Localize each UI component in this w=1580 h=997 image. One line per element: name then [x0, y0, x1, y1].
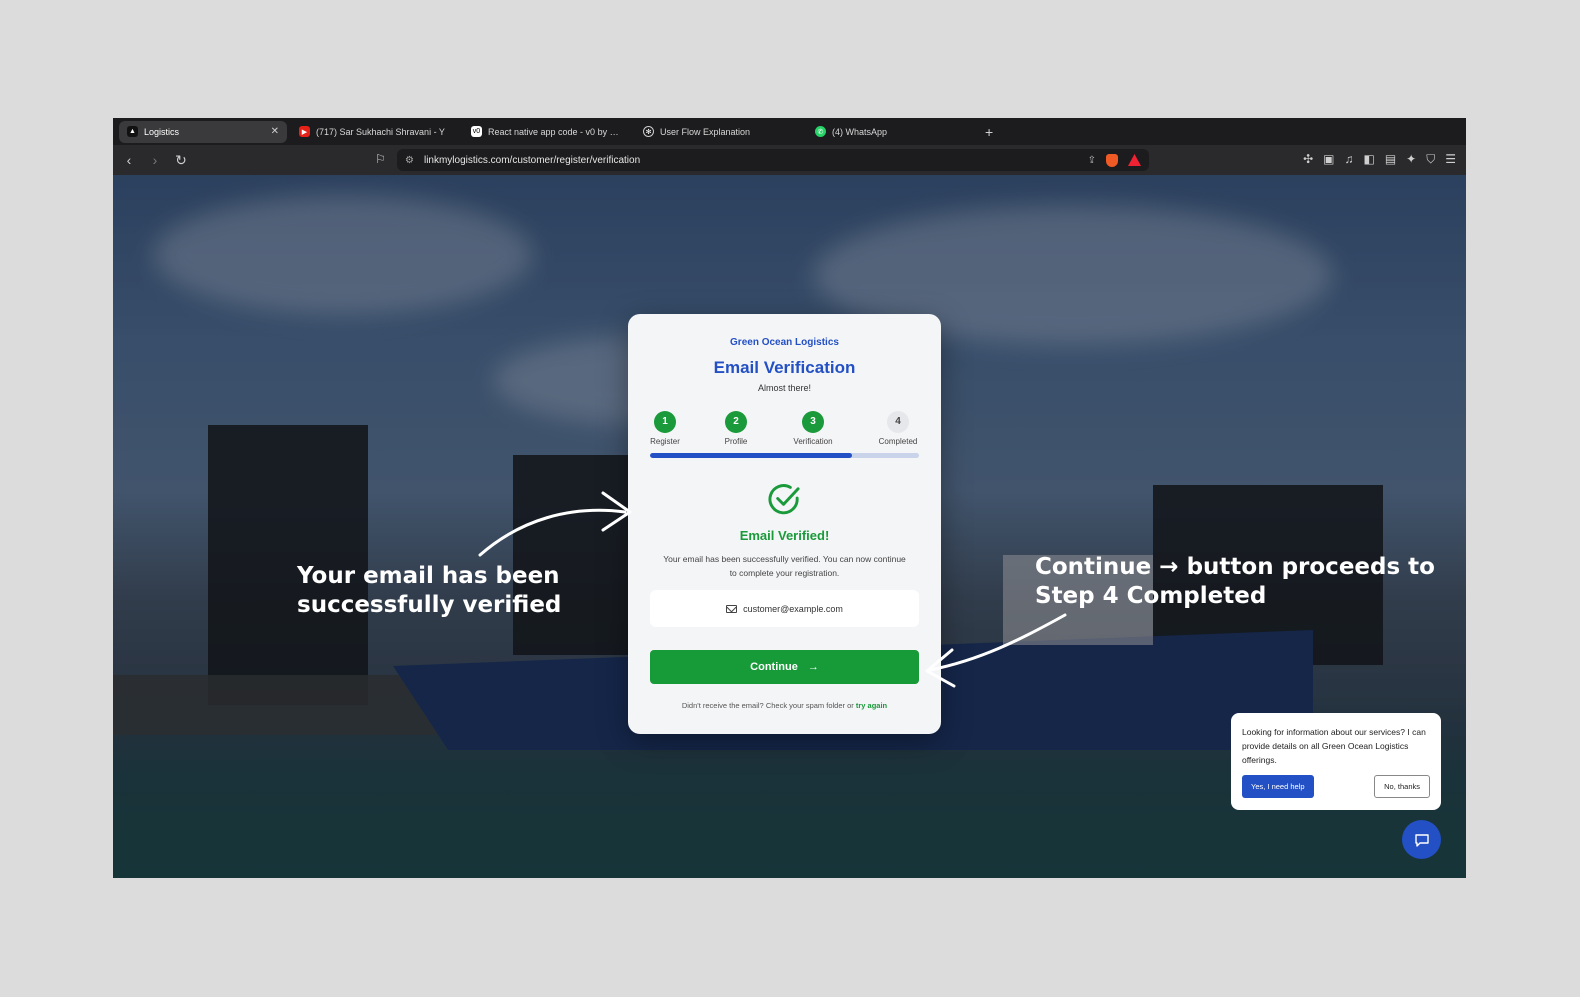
annotation-left: Your email has been successfully verifie…	[297, 562, 561, 620]
brand-name: Green Ocean Logistics	[730, 337, 839, 348]
whatsapp-icon: ✆	[815, 126, 826, 137]
browser-window: ▲ Logistics ✕ ▶ (717) Sar Sukhachi Shrav…	[113, 118, 1466, 878]
chat-popup: Looking for information about our servic…	[1231, 713, 1441, 810]
resend-hint: Didn't receive the email? Check your spa…	[628, 701, 941, 710]
step-verification: 3 Verification	[783, 411, 843, 446]
annotation-right-line1: Continue → button proceeds to	[1035, 554, 1435, 580]
step-number: 4	[887, 411, 909, 433]
verified-message: Your email has been successfully verifie…	[663, 554, 906, 578]
annotation-right: Continue → button proceeds to Step 4 Com…	[1035, 553, 1435, 611]
resend-text: Didn't receive the email? Check your spa…	[681, 701, 854, 710]
page-title: Email Verification	[713, 358, 856, 377]
close-tab-icon[interactable]: ✕	[271, 126, 279, 137]
continue-label: Continue	[750, 661, 798, 673]
arrow-right-icon: →	[807, 661, 819, 673]
url-text[interactable]: linkmylogistics.com/customer/register/ve…	[424, 155, 1078, 166]
step-completed: 4 Completed	[868, 411, 928, 446]
forward-icon[interactable]: ›	[145, 152, 165, 168]
chat-message: Looking for information about our servic…	[1242, 727, 1426, 765]
tab-user-flow[interactable]: ✻ User Flow Explanation	[635, 121, 803, 143]
toolbar-right: ✣ ▣ ♫ ◧ ▤ ✦ ⛉ ☰	[1303, 152, 1456, 167]
step-register: 1 Register	[635, 411, 695, 446]
tab-title: Logistics	[144, 126, 180, 137]
menu-icon[interactable]: ☰	[1445, 152, 1456, 167]
logistics-icon: ▲	[127, 126, 138, 137]
v0-icon: v0	[471, 126, 482, 137]
step-number: 2	[725, 411, 747, 433]
sidebar-icon[interactable]: ◧	[1363, 152, 1374, 167]
page-subtitle: Almost there!	[757, 383, 812, 393]
progress-bar	[650, 453, 919, 458]
step-number: 1	[654, 411, 676, 433]
page-background: Green Ocean Logistics Email Verification…	[113, 175, 1466, 878]
annotation-left-line1: Your email has been	[297, 563, 560, 589]
leo-ai-icon[interactable]: ✦	[1406, 152, 1416, 167]
tab-youtube[interactable]: ▶ (717) Sar Sukhachi Shravani - Y	[291, 121, 459, 143]
tab-title: (717) Sar Sukhachi Shravani - Y	[316, 126, 445, 137]
tab-bar: ▲ Logistics ✕ ▶ (717) Sar Sukhachi Shrav…	[113, 118, 1466, 145]
continue-button[interactable]: Continue →	[650, 650, 919, 684]
stepper: 1 Register 2 Profile 3 Verification 4 Co…	[650, 411, 919, 451]
chat-launcher-button[interactable]	[1402, 820, 1441, 859]
brave-shields-icon[interactable]	[1106, 153, 1118, 167]
verified-title: Email Verified!	[739, 528, 830, 543]
screenshot-icon[interactable]: ▣	[1323, 152, 1334, 167]
email-value: customer@example.com	[743, 603, 843, 614]
tab-v0[interactable]: v0 React native app code - v0 by Verc	[463, 121, 631, 143]
wallet-icon[interactable]: ▤	[1385, 152, 1396, 167]
tab-title: User Flow Explanation	[660, 126, 751, 137]
step-label: Verification	[793, 437, 833, 446]
tab-logistics[interactable]: ▲ Logistics ✕	[119, 120, 287, 143]
site-settings-icon[interactable]: ⚙	[405, 155, 414, 166]
extensions-icon[interactable]: ✣	[1303, 152, 1313, 167]
new-tab-button[interactable]: +	[985, 124, 993, 140]
tab-whatsapp[interactable]: ✆ (4) WhatsApp	[807, 121, 975, 143]
check-circle-icon	[768, 484, 800, 515]
chat-no-button[interactable]: No, thanks	[1374, 775, 1430, 798]
tab-title: React native app code - v0 by Verc	[488, 126, 623, 137]
media-icon[interactable]: ♫	[1344, 152, 1353, 167]
youtube-icon: ▶	[299, 126, 310, 137]
annotation-right-line2: Step 4 Completed	[1035, 583, 1267, 609]
address-bar[interactable]: ⚙ linkmylogistics.com/customer/register/…	[397, 149, 1149, 171]
verified-email-field: customer@example.com	[650, 590, 919, 627]
step-label: Completed	[878, 437, 918, 446]
reload-icon[interactable]: ↻	[171, 152, 191, 169]
step-label: Profile	[724, 437, 748, 446]
chat-bubble-icon	[1414, 833, 1429, 847]
step-profile: 2 Profile	[706, 411, 766, 446]
bookmark-icon[interactable]: ⚐	[375, 152, 386, 166]
vpn-icon[interactable]: ⛉	[1426, 152, 1435, 167]
verification-card: Green Ocean Logistics Email Verification…	[628, 314, 941, 734]
chatgpt-icon: ✻	[643, 126, 654, 137]
brave-rewards-icon[interactable]	[1128, 154, 1141, 166]
annotation-left-line2: successfully verified	[297, 592, 562, 618]
back-icon[interactable]: ‹	[119, 152, 139, 168]
step-label: Register	[650, 437, 680, 446]
step-number: 3	[802, 411, 824, 433]
tab-title: (4) WhatsApp	[832, 126, 888, 137]
chat-yes-button[interactable]: Yes, I need help	[1242, 775, 1314, 798]
try-again-link[interactable]: try again	[856, 701, 887, 710]
share-icon[interactable]: ⇪	[1088, 155, 1096, 166]
mail-icon	[726, 604, 738, 613]
progress-fill	[650, 453, 852, 458]
browser-toolbar: ‹ › ↻ ⚐ ⚙ linkmylogistics.com/customer/r…	[113, 145, 1466, 175]
